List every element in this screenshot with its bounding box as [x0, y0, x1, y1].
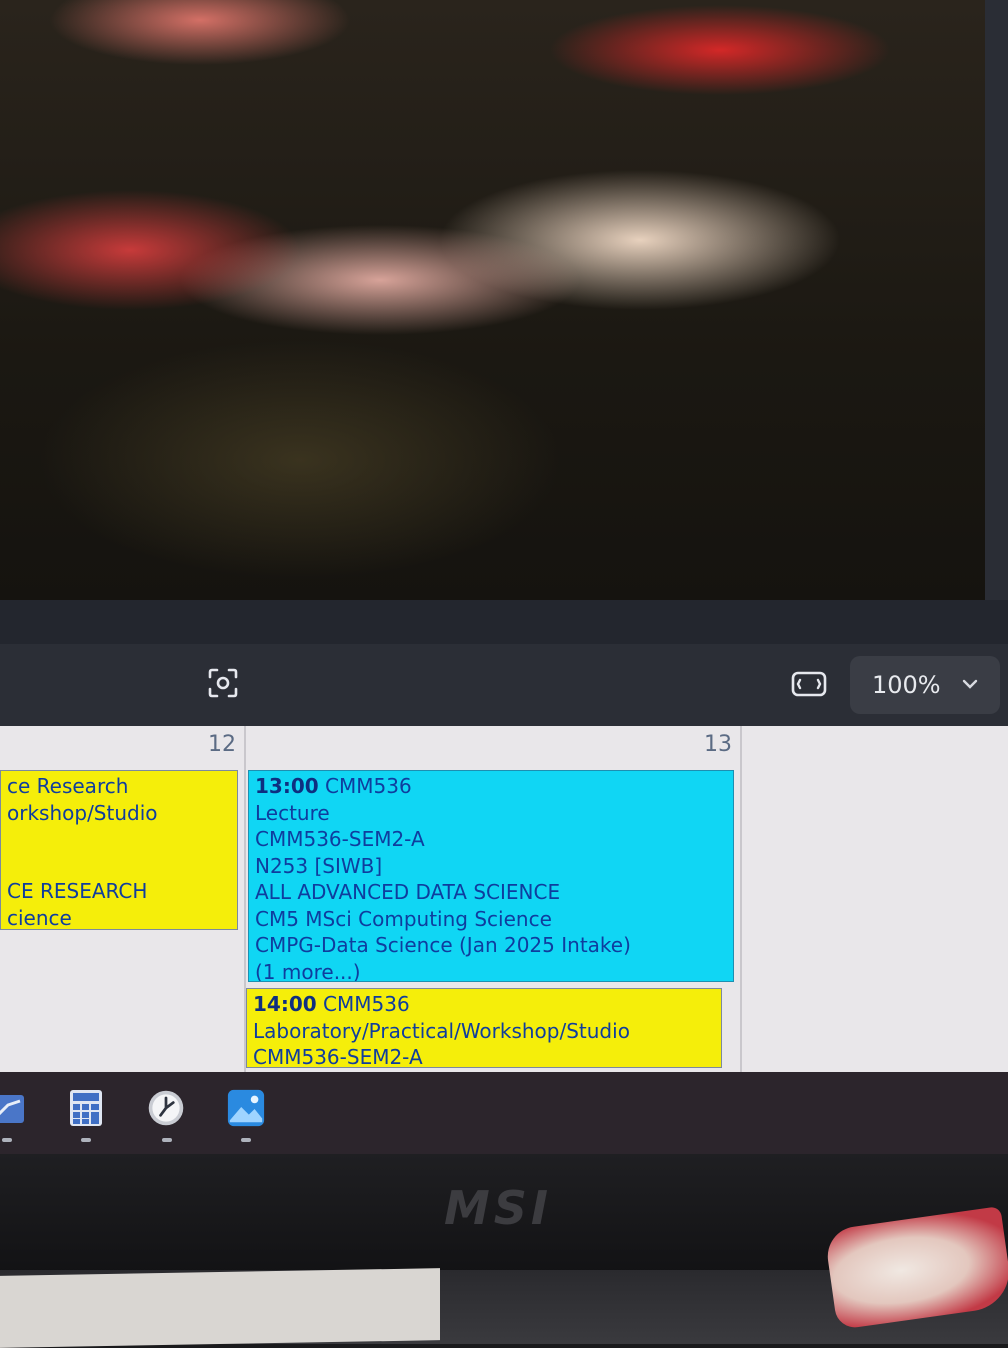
focus-frame-icon [208, 668, 238, 698]
day-number: 12 [208, 732, 236, 757]
event-line [7, 826, 231, 852]
clock-icon [148, 1090, 184, 1126]
zoom-dropdown[interactable]: 100% [850, 656, 1000, 714]
aspect-ratio-icon [791, 671, 827, 697]
mail-icon [0, 1095, 24, 1123]
event-time: 13:00 [255, 774, 319, 798]
sushi-photo [0, 0, 985, 600]
event-line: CM5 MSci Computing Science [255, 906, 552, 931]
event-module: CMM536 [325, 774, 412, 798]
calendar-event[interactable]: 13:00 CMM536 Lecture CMM536-SEM2-A N253 … [248, 770, 734, 982]
event-line: CMM536-SEM2-A [253, 1045, 423, 1068]
calendar-event[interactable]: 14:00 CMM536 Laboratory/Practical/Worksh… [246, 988, 722, 1068]
monitor-brand-logo: MSI [443, 1181, 553, 1235]
more-events-link[interactable]: (1 more...) [255, 959, 727, 982]
event-module: CMM536 [323, 992, 410, 1016]
taskbar-app-photos[interactable] [226, 1086, 266, 1130]
event-line: ce Research [7, 774, 129, 798]
taskbar-indicator [81, 1138, 91, 1142]
calendar-event[interactable]: ce Research orkshop/Studio CE RESEARCH c… [0, 770, 238, 930]
timetable-calendar: 12 ce Research orkshop/Studio CE RESEARC… [0, 726, 1008, 1072]
viewer-canvas-margin [0, 600, 1008, 644]
taskbar-app-clock[interactable] [146, 1086, 186, 1130]
aspect-ratio-button[interactable] [790, 666, 828, 702]
event-line: CMM536-SEM2-A [255, 827, 425, 851]
taskbar-app-mail[interactable] [0, 1086, 30, 1130]
event-line: cience [7, 905, 72, 930]
event-line: Lecture [255, 800, 330, 825]
day-number: 13 [704, 732, 732, 757]
event-line [7, 852, 231, 878]
day-column-13: 13 13:00 CMM536 Lecture CMM536-SEM2-A N2… [246, 726, 742, 1072]
taskbar-indicator [241, 1138, 251, 1142]
event-line: N253 [SIWB] [255, 853, 383, 878]
event-line: orkshop/Studio [7, 800, 158, 825]
focus-frame-button[interactable] [204, 664, 242, 702]
taskbar-indicator [2, 1138, 12, 1142]
event-line: Laboratory/Practical/Workshop/Studio [253, 1018, 630, 1043]
calculator-icon [70, 1090, 102, 1126]
paper-sheet [0, 1268, 440, 1348]
photos-icon [227, 1089, 265, 1127]
day-column-12: 12 ce Research orkshop/Studio CE RESEARC… [0, 726, 246, 1072]
viewer-scrollbar-area [985, 0, 1008, 640]
zoom-value: 100% [872, 671, 941, 699]
event-line: ALL ADVANCED DATA SCIENCE [255, 880, 561, 904]
taskbar-indicator [162, 1138, 172, 1142]
event-time: 14:00 [253, 992, 317, 1016]
chevron-down-icon [962, 674, 978, 695]
event-line: CMPG-Data Science (Jan 2025 Intake) [255, 933, 631, 957]
taskbar-app-calculator[interactable] [66, 1086, 106, 1130]
event-line: CE RESEARCH [7, 879, 148, 903]
